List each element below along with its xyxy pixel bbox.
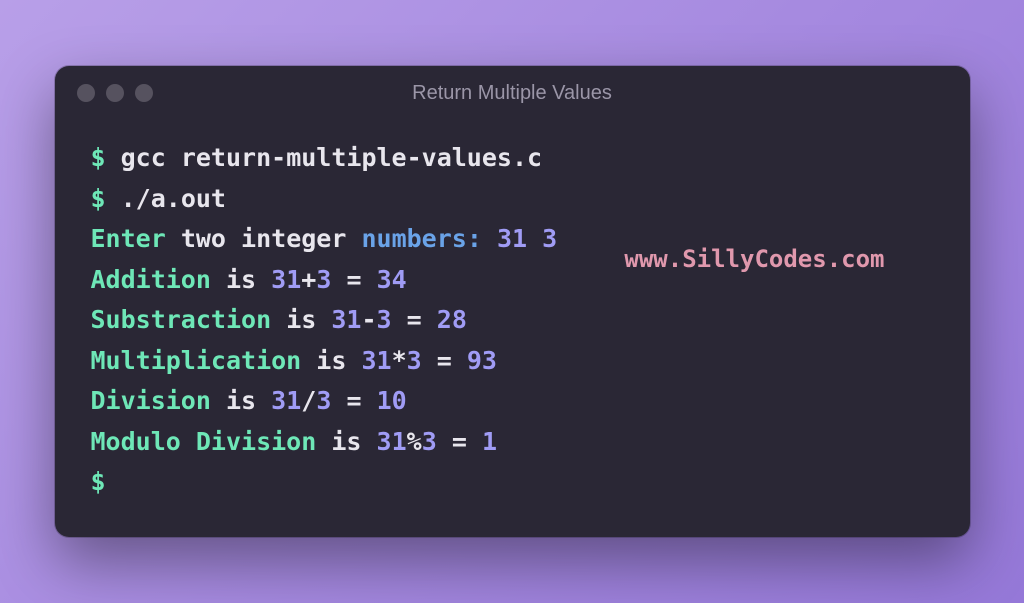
integer-word: integer: [241, 224, 346, 253]
subtraction-line: Substraction is 31-3 = 28: [91, 300, 934, 341]
subtraction-label: Substraction: [91, 305, 272, 334]
multiplication-result: 93: [467, 346, 497, 375]
command-line-run: $ ./a.out: [91, 179, 934, 220]
division-result: 10: [377, 386, 407, 415]
minus-operator: -: [361, 305, 376, 334]
prompt-symbol: $: [91, 467, 106, 496]
modulo-operator: %: [407, 427, 422, 456]
multiply-operator: *: [392, 346, 407, 375]
multiplication-line: Multiplication is 31*3 = 93: [91, 341, 934, 382]
close-icon[interactable]: [77, 84, 95, 102]
prompt-symbol: $: [91, 143, 106, 172]
minimize-icon[interactable]: [106, 84, 124, 102]
multiplication-label: Multiplication: [91, 346, 302, 375]
modulo-result: 1: [482, 427, 497, 456]
modulo-label: Modulo Division: [91, 427, 317, 456]
enter-word: Enter: [91, 224, 166, 253]
subtraction-result: 28: [437, 305, 467, 334]
prompt-symbol: $: [91, 184, 106, 213]
empty-prompt-line: $: [91, 462, 934, 503]
modulo-line: Modulo Division is 31%3 = 1: [91, 422, 934, 463]
addition-label: Addition: [91, 265, 211, 294]
maximize-icon[interactable]: [135, 84, 153, 102]
division-line: Division is 31/3 = 10: [91, 381, 934, 422]
run-command: ./a.out: [121, 184, 226, 213]
compile-command: gcc return-multiple-values.c: [121, 143, 542, 172]
watermark: www.SillyCodes.com: [624, 240, 884, 279]
input-value-2: 3: [542, 224, 557, 253]
input-value-1: 31: [497, 224, 527, 253]
command-line-compile: $ gcc return-multiple-values.c: [91, 138, 934, 179]
titlebar: Return Multiple Values: [55, 66, 970, 120]
addition-result: 34: [377, 265, 407, 294]
plus-operator: +: [301, 265, 316, 294]
traffic-lights: [77, 84, 153, 102]
terminal-window: Return Multiple Values www.SillyCodes.co…: [55, 66, 970, 537]
division-label: Division: [91, 386, 211, 415]
two-word: two: [181, 224, 226, 253]
window-title: Return Multiple Values: [75, 82, 950, 105]
numbers-word: numbers:: [361, 224, 481, 253]
divide-operator: /: [301, 386, 316, 415]
terminal-body[interactable]: www.SillyCodes.com $ gcc return-multiple…: [55, 120, 970, 537]
